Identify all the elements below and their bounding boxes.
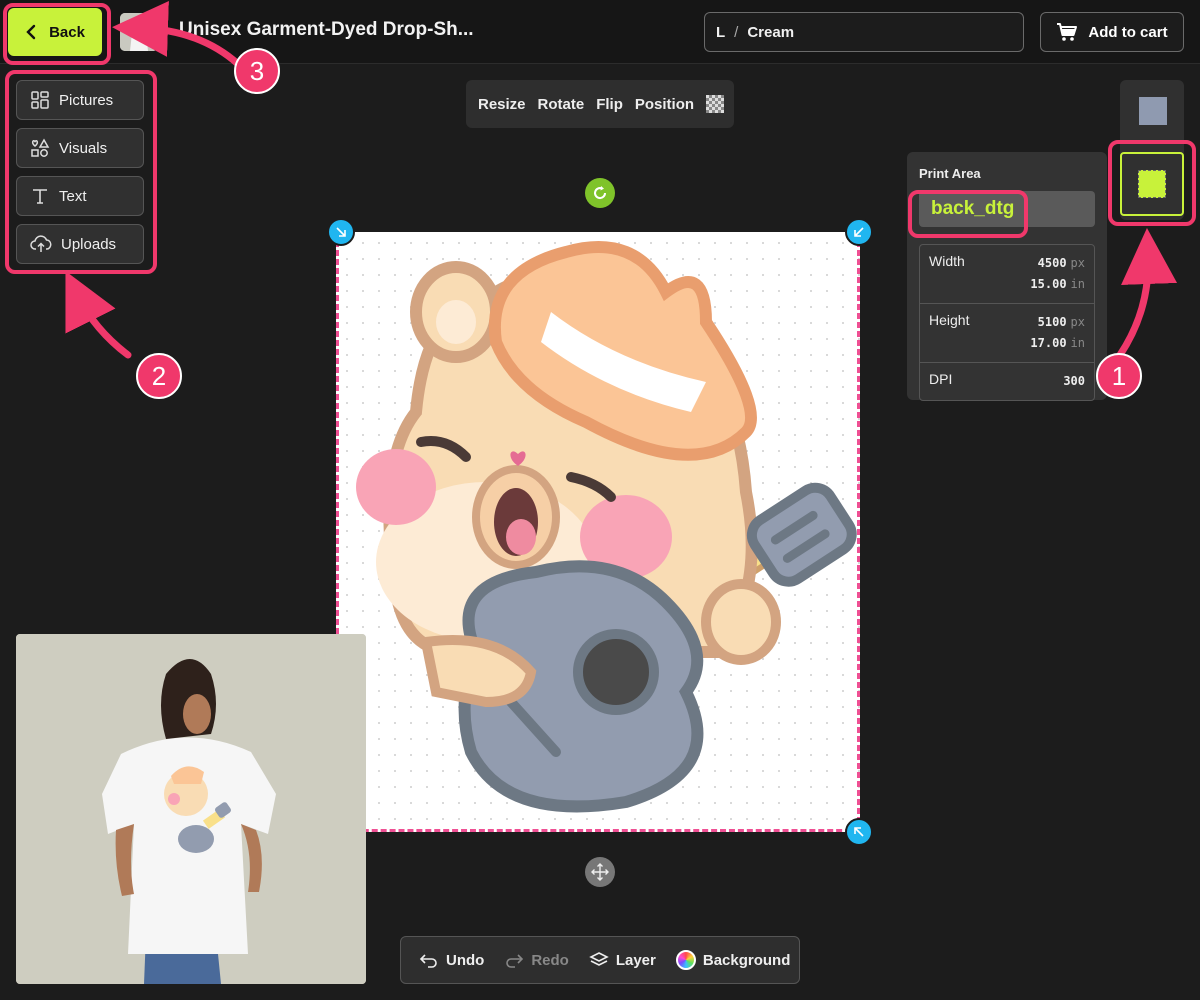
annotation-number-1: 1 <box>1096 353 1142 399</box>
annotation-number-3: 3 <box>234 48 280 94</box>
annotation-arrows <box>65 0 1178 359</box>
annotation-number-2: 2 <box>136 353 182 399</box>
